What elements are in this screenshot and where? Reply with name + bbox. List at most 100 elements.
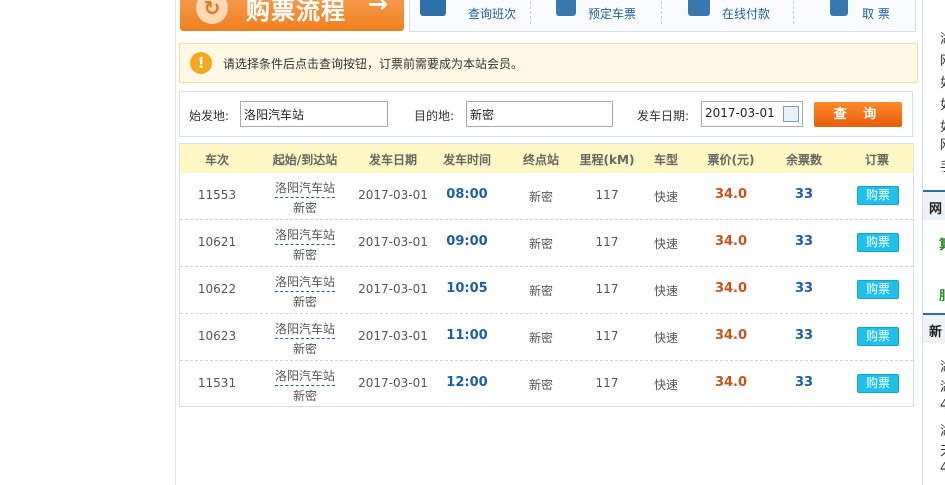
header-cell: 里程(kM)	[579, 153, 635, 167]
table-row: 10623 洛阳汽车站 新密 2017-03-01 11:00 新密 117 快速…	[180, 314, 913, 361]
route-from: 洛阳汽车站	[274, 273, 336, 292]
step-pay[interactable]: 3 在线付款	[688, 0, 808, 31]
departure-time: 11:00	[446, 328, 488, 343]
step-divider	[530, 0, 531, 24]
side-text[interactable]: 湖	[940, 28, 945, 47]
buy-ticket-button[interactable]: 购票	[857, 186, 899, 205]
table-row: 11531 洛阳汽车站 新密 2017-03-01 12:00 新密 117 快速…	[180, 361, 913, 408]
buy-ticket-button[interactable]: 购票	[857, 280, 899, 299]
purchase-process-banner: ↻ 购票流程 →	[180, 0, 404, 31]
step-label: 在线付款	[722, 7, 771, 21]
side-text[interactable]: 4	[940, 461, 945, 476]
date-value: 2017-03-01	[705, 106, 775, 120]
step-number: 2	[606, 0, 613, 3]
table-row: 10622 洛阳汽车站 新密 2017-03-01 10:05 新密 117 快速…	[180, 267, 913, 314]
buy-ticket-button[interactable]: 购票	[857, 233, 899, 252]
price: 34.0	[714, 187, 748, 202]
exclamation-icon: !	[190, 52, 212, 74]
header-cell: 发车时间	[442, 153, 492, 167]
side-link[interactable]: 算	[939, 234, 945, 253]
arrow-right-icon: →	[367, 0, 388, 18]
step-number: 1	[470, 0, 477, 3]
buy-ticket-button[interactable]: 购票	[857, 327, 899, 346]
header-cell: 余票数	[785, 153, 823, 167]
header-cell: 票价(元)	[707, 153, 755, 167]
price: 34.0	[714, 281, 748, 296]
route-from: 洛阳汽车站	[274, 226, 336, 245]
route-to: 新密	[292, 201, 318, 215]
side-text[interactable]: 如	[940, 72, 945, 91]
route-cell: 洛阳汽车站 新密	[274, 320, 336, 357]
step-label: 取 票	[862, 7, 890, 21]
header-cell: 订票	[864, 153, 890, 167]
side-text[interactable]: 湖	[940, 356, 945, 375]
route-cell: 洛阳汽车站 新密	[274, 273, 336, 310]
step-divider	[661, 0, 662, 24]
step-divider	[793, 0, 794, 24]
route-to: 新密	[292, 295, 318, 309]
trip-id: 11553	[197, 188, 237, 202]
side-text[interactable]: 手	[940, 156, 945, 175]
terminal: 新密	[528, 237, 554, 251]
step-collect[interactable]: 4 取 票	[830, 0, 915, 31]
terminal: 新密	[528, 378, 554, 392]
search-button[interactable]: 查 询	[814, 102, 902, 127]
seats-left: 33	[794, 234, 814, 249]
seats-left: 33	[794, 187, 814, 202]
header-cell: 起始/到达站	[272, 153, 338, 167]
table-header: 车次 起始/到达站 发车日期 发车时间 终点站 里程(kM) 车型 票价(元) …	[180, 144, 913, 173]
distance: 117	[595, 235, 619, 249]
side-text[interactable]: 湖	[940, 376, 945, 395]
right-side-panel: 湖 网 如 如 如 网 手 网 算 服 新 湖 湖 4 湖 天 4	[922, 0, 945, 485]
route-cell: 洛阳汽车站 新密	[274, 179, 336, 216]
step-reserve[interactable]: 2 预定车票	[556, 0, 676, 31]
step-label: 查询班次	[468, 7, 517, 21]
left-blank-area	[0, 0, 176, 485]
step-number: 4	[872, 0, 879, 3]
distance: 117	[595, 282, 619, 296]
side-header-text: 网	[929, 202, 943, 217]
side-text[interactable]: 网	[940, 50, 945, 69]
side-text[interactable]: 湖	[940, 420, 945, 439]
trip-id: 11531	[197, 376, 237, 390]
side-header-text: 新	[929, 325, 943, 340]
departure-date: 2017-03-01	[358, 235, 428, 249]
calendar-icon[interactable]	[783, 106, 799, 122]
price: 34.0	[714, 375, 748, 390]
date-label: 发车日期:	[637, 109, 690, 123]
side-link[interactable]: 服	[939, 285, 945, 304]
from-input[interactable]: 洛阳汽车站	[240, 101, 388, 127]
step-query[interactable]: 1 查询班次	[420, 0, 540, 31]
bus-type: 快速	[653, 331, 679, 345]
side-text[interactable]: 天	[940, 440, 945, 459]
to-label: 目的地:	[414, 109, 455, 123]
side-text[interactable]: 如	[940, 94, 945, 113]
notice-bar: ! 请选择条件后点击查询按钮，订票前需要成为本站会员。	[179, 43, 918, 83]
trip-id: 10622	[197, 282, 237, 296]
side-text[interactable]: 如	[940, 116, 945, 135]
seats-left: 33	[794, 328, 814, 343]
route-cell: 洛阳汽车站 新密	[274, 367, 336, 404]
side-section-header: 新	[923, 313, 945, 343]
bus-type: 快速	[653, 284, 679, 298]
side-section-header: 网	[923, 190, 945, 220]
terminal: 新密	[528, 190, 554, 204]
departure-date: 2017-03-01	[358, 282, 428, 296]
route-to: 新密	[292, 342, 318, 356]
side-text[interactable]: 4	[940, 398, 945, 413]
search-form: 始发地: 洛阳汽车站 目的地: 新密 发车日期: 2017-03-01 查 询	[179, 91, 913, 137]
distance: 117	[595, 329, 619, 343]
date-input[interactable]: 2017-03-01	[701, 101, 803, 127]
trip-id: 10623	[197, 329, 237, 343]
to-input[interactable]: 新密	[466, 101, 613, 127]
buy-ticket-button[interactable]: 购票	[857, 374, 899, 393]
table-row: 11553 洛阳汽车站 新密 2017-03-01 08:00 新密 117 快速…	[180, 173, 913, 220]
step-number: 3	[740, 0, 747, 3]
from-label: 始发地:	[189, 109, 230, 123]
side-text[interactable]: 网	[940, 134, 945, 153]
departure-date: 2017-03-01	[358, 188, 428, 202]
schedule-table: 车次 起始/到达站 发车日期 发车时间 终点站 里程(kM) 车型 票价(元) …	[179, 143, 914, 407]
distance: 117	[595, 376, 619, 390]
departure-time: 09:00	[446, 234, 488, 249]
route-to: 新密	[292, 389, 318, 403]
